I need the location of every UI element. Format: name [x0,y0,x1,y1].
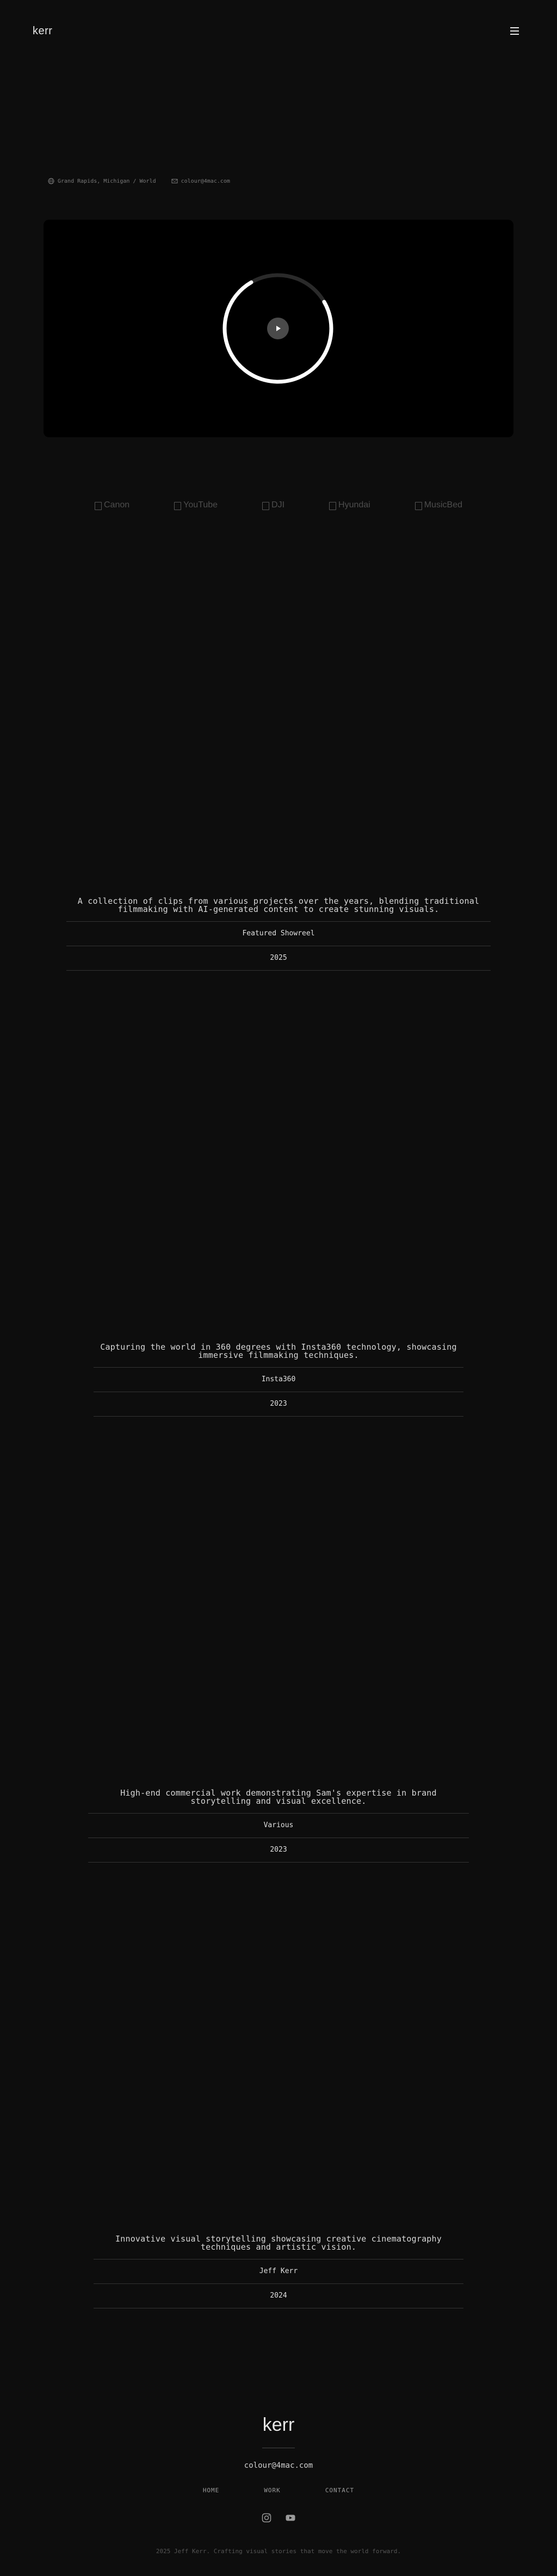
site-logo[interactable]: kerr [33,25,52,38]
broken-image-icon [174,501,182,510]
project-card[interactable]: Capturing the world in 360 degrees with … [0,1343,557,1417]
brand-label: Hyundai [338,500,370,510]
project-client: Various [263,1821,294,1829]
showreel-video[interactable] [44,220,513,437]
footer-nav-contact[interactable]: CONTACT [325,2487,354,2494]
brand-logos: Canon YouTube DJI Hyundai MusicBed [0,500,557,510]
footer-nav-home[interactable]: HOME [203,2487,220,2494]
project-year: 2023 [270,1400,287,1408]
brand-label: DJI [271,500,285,510]
brand-canon: Canon [95,500,129,510]
globe-icon [48,178,54,184]
project-description: A collection of clips from various proje… [77,896,480,914]
brand-dji: DJI [262,500,284,510]
brand-label: MusicBed [424,500,462,510]
project-card[interactable]: Innovative visual storytelling showcasin… [0,2235,557,2308]
brand-musicbed: MusicBed [414,500,462,510]
project-client: Featured Showreel [242,929,315,938]
hamburger-icon[interactable] [510,27,519,35]
brand-youtube: YouTube [174,500,218,510]
project-client: Insta360 [261,1375,296,1383]
instagram-icon[interactable] [261,2512,272,2523]
email-text[interactable]: colour@4mac.com [181,178,230,184]
play-icon [276,326,281,331]
footer-nav: HOME WORK CONTACT [0,2487,557,2494]
broken-image-icon [262,501,270,510]
project-year: 2025 [270,954,287,962]
copyright-text: 2025 Jeff Kerr. Crafting visual stories … [156,2548,401,2555]
broken-image-icon [414,501,422,510]
youtube-icon[interactable] [285,2512,296,2523]
project-card[interactable]: A collection of clips from various proje… [0,897,557,971]
divider [94,1416,463,1417]
project-card[interactable]: High-end commercial work demonstrating S… [0,1789,557,1863]
brand-label: YouTube [183,500,218,510]
location-info: Grand Rapids, Michigan / World [48,178,156,184]
project-year: 2023 [270,1846,287,1854]
email-info[interactable]: colour@4mac.com [171,178,230,184]
project-description: Innovative visual storytelling showcasin… [115,2234,442,2252]
divider [66,970,491,971]
brand-label: Canon [104,500,130,510]
footer-nav-work[interactable]: WORK [264,2487,281,2494]
play-button[interactable] [267,318,289,339]
project-description: Capturing the world in 360 degrees with … [100,1342,457,1360]
broken-image-icon [329,501,337,510]
footer-email-link[interactable]: colour@4mac.com [0,2461,557,2470]
contact-meta: Grand Rapids, Michigan / World colour@4m… [48,178,230,184]
project-description: High-end commercial work demonstrating S… [120,1788,437,1806]
mail-icon [171,178,178,184]
location-text: Grand Rapids, Michigan / World [58,178,156,184]
project-year: 2024 [270,2292,287,2300]
social-links [0,2512,557,2523]
project-client: Jeff Kerr [259,2267,298,2275]
brand-hyundai: Hyundai [329,500,370,510]
footer-logo[interactable]: kerr [0,2414,557,2436]
divider [88,1862,469,1863]
broken-image-icon [95,501,102,510]
